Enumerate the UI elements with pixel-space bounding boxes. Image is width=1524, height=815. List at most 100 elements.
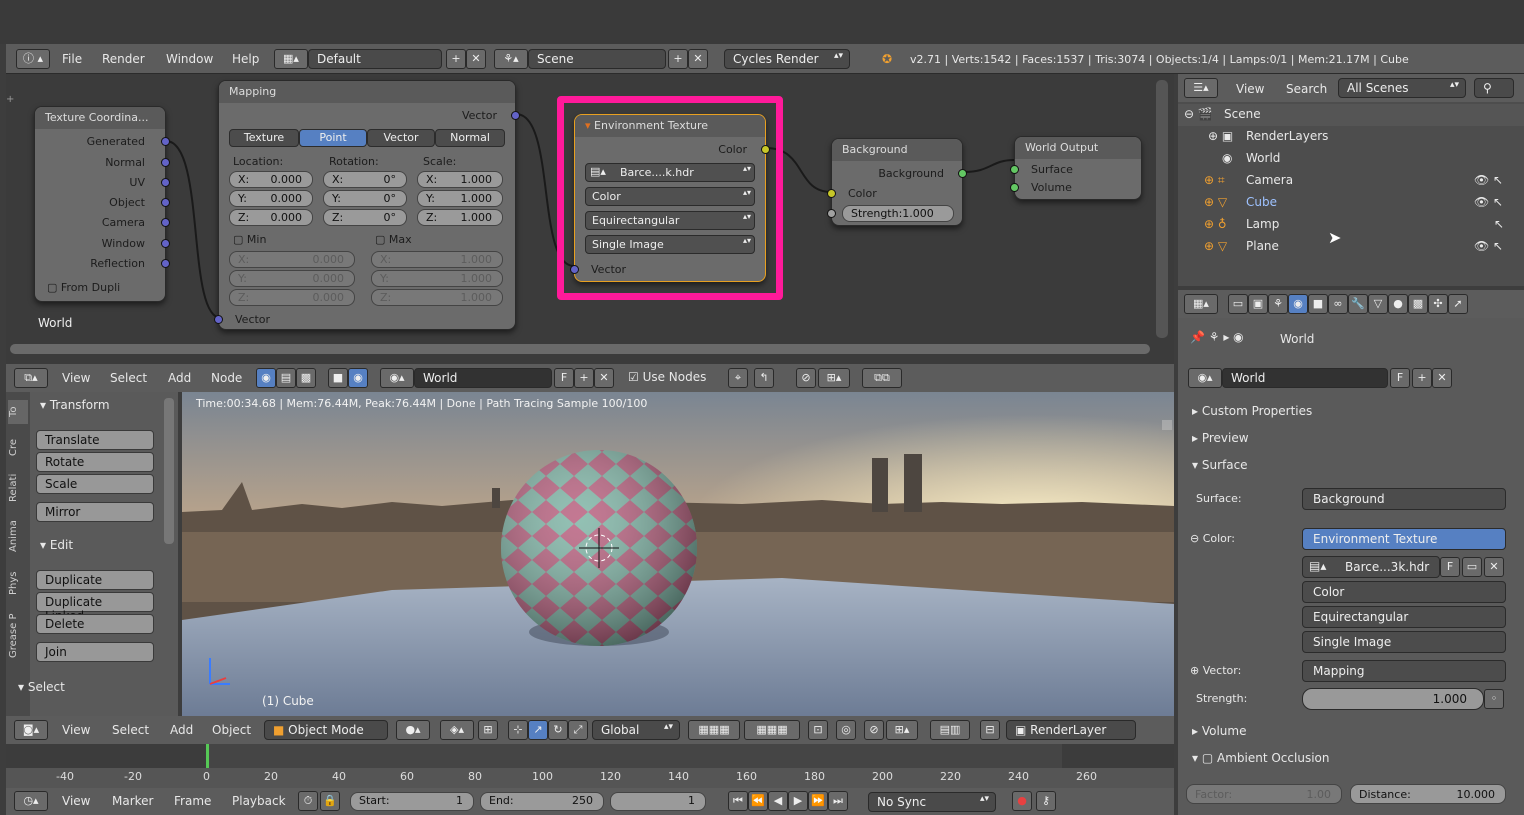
outliner-row-renderlayers[interactable]: ⊕ ▣ RenderLayers (1178, 126, 1524, 148)
tab-create[interactable]: Cre (8, 432, 28, 462)
tab-physics[interactable]: Phys (8, 564, 28, 602)
node-editor[interactable]: + Texture Coordina... Generated Normal U… (6, 74, 1174, 364)
max-y-field[interactable]: Y: 1.000 (371, 270, 503, 287)
camera-visibility-icon[interactable]: 👁 ↖ (1474, 173, 1503, 187)
shader-nodes-icon[interactable]: ◉ (256, 368, 276, 388)
timeline-menu-view[interactable]: View (62, 794, 90, 808)
background-socket-out[interactable] (958, 169, 967, 178)
start-frame-field[interactable]: Start: 1 (350, 792, 474, 811)
mode-select[interactable]: ■ Object Mode (264, 720, 388, 740)
prev-keyframe-icon[interactable]: ⏪ (748, 791, 768, 811)
scene-tree-icon[interactable]: ⊖ 🎬 (1184, 107, 1213, 121)
outliner-row-plane[interactable]: ⊕ ▽ Plane 👁 ↖ (1178, 236, 1524, 258)
menu-window[interactable]: Window (166, 52, 213, 66)
jump-start-icon[interactable]: ⏮ (728, 791, 748, 811)
pin-icon[interactable]: 📌 ⚘ ▸ ◉ (1190, 330, 1244, 344)
socket-generated[interactable] (161, 137, 170, 146)
scale-button[interactable]: Scale (36, 474, 154, 494)
min-z-field[interactable]: Z: 0.000 (229, 289, 355, 306)
3d-viewport[interactable]: Time:00:34.68 | Mem:76.44M, Peak:76.44M … (182, 392, 1174, 716)
loc-y-field[interactable]: Y: 0.000 (229, 190, 313, 207)
lock-range-icon[interactable]: 🔒 (320, 791, 340, 811)
scene-icon[interactable]: ⚘▴ (494, 49, 528, 69)
unlink-world-icon[interactable]: ✕ (1432, 368, 1452, 388)
properties-editor-icon[interactable]: ▦▴ (1184, 294, 1218, 314)
3d-editor-type-icon[interactable]: ◙▴ (14, 720, 48, 740)
render-preview-icon[interactable]: ▤▥ (930, 720, 970, 740)
copy-paste-icon[interactable]: ⧉⧉ (862, 368, 902, 388)
envtex-projection-select[interactable]: Equirectangular (585, 211, 755, 230)
mapping-socket-out[interactable] (511, 111, 520, 120)
rot-z-field[interactable]: Z: 0° (323, 209, 407, 226)
socket-window[interactable] (161, 239, 170, 248)
tab-animation[interactable]: Anima (8, 514, 28, 558)
collapse-arrow-icon[interactable]: ▾ (585, 119, 591, 132)
tab-grease-pencil[interactable]: Grease P (8, 608, 28, 664)
edit-panel[interactable]: ▾ Edit (40, 538, 73, 552)
scl-y-field[interactable]: Y: 1.000 (417, 190, 503, 207)
scene-field[interactable]: Scene (528, 49, 666, 69)
mirror-button[interactable]: Mirror (36, 502, 154, 522)
world-output-node[interactable]: World Output Surface Volume (1010, 136, 1142, 200)
current-frame-field[interactable]: 1 (610, 792, 706, 811)
outliner-filter-select[interactable]: All Scenes ▴▾ (1338, 78, 1466, 98)
outliner-search-icon[interactable]: ⚲ (1474, 78, 1514, 98)
properties-editor[interactable]: ▦▴ ▭ ▣ ⚘ ◉ ■ ∞ 🔧 ▽ ● ▩ ✣ ➚ 📌 ⚘ ▸ ◉ World… (1178, 290, 1524, 815)
snap-mode-icon[interactable]: ⊞▴ (818, 368, 850, 388)
max-z-field[interactable]: Z: 1.000 (371, 289, 503, 306)
parent-node-icon[interactable]: ↰ (754, 368, 774, 388)
use-nodes-checkbox[interactable]: ☑ Use Nodes (628, 370, 706, 384)
constraints-tab-icon[interactable]: ∞ (1328, 294, 1348, 314)
scale-manipulator-icon[interactable]: ⤢ (568, 720, 588, 740)
outliner-row-world[interactable]: ◉ World (1178, 148, 1524, 170)
panel-add-icon[interactable]: + (6, 94, 14, 105)
select-panel[interactable]: ▾ Select (18, 680, 65, 694)
background-node[interactable]: Background Background Color Strength:1.0… (827, 138, 967, 226)
outliner-editor-icon[interactable]: ☰▴ (1184, 78, 1218, 98)
object-tab-icon[interactable]: ■ (1308, 294, 1328, 314)
cube-visibility-icon[interactable]: 👁 ↖ (1474, 195, 1503, 209)
outliner-row-lamp[interactable]: ⊕ ♁ Lamp ↖ (1178, 214, 1524, 236)
node-menu-view[interactable]: View (62, 371, 90, 385)
modifiers-tab-icon[interactable]: 🔧 (1348, 294, 1368, 314)
play-icon[interactable]: ▶ (788, 791, 808, 811)
envtex-source-select[interactable]: Single Image (585, 235, 755, 254)
node-menu-add[interactable]: Add (168, 371, 191, 385)
volume-panel[interactable]: ▸ Volume (1192, 724, 1246, 738)
render-engine-select[interactable]: Cycles Render ▴▾ (724, 49, 850, 69)
max-x-field[interactable]: X: 1.000 (371, 251, 503, 268)
join-button[interactable]: Join (36, 642, 154, 662)
outliner-row-camera[interactable]: ⊕ ⌗ Camera 👁 ↖ (1178, 170, 1524, 192)
world-tab-icon[interactable]: ◉ (1288, 294, 1308, 314)
mapping-tab-point[interactable]: Point (299, 129, 367, 147)
add-world-icon[interactable]: + (1412, 368, 1432, 388)
layout-field[interactable]: Default (308, 49, 442, 69)
remove-scene-icon[interactable]: ✕ (688, 49, 708, 69)
mapping-tab-vector[interactable]: Vector (367, 129, 435, 147)
world-browse-node-icon[interactable]: ◉▴ (380, 368, 414, 388)
keying-set-icon[interactable]: ⚷ (1036, 791, 1056, 811)
ao-distance-field[interactable]: Distance: 10.000 (1350, 784, 1506, 804)
editor-type-info-icon[interactable]: ⓘ ▴ (16, 49, 50, 69)
texture-coordinate-node[interactable]: Texture Coordina... Generated Normal UV … (34, 106, 170, 302)
timeline[interactable]: -40 -20 0 20 40 60 80 100 120 140 160 18… (6, 744, 1174, 788)
node-fake-user-button[interactable]: F (554, 368, 574, 388)
preview-panel[interactable]: ▸ Preview (1192, 431, 1249, 445)
layers-grid-2-icon[interactable]: ▦▦▦ (744, 720, 800, 740)
timeline-editor-type-icon[interactable]: ◷▴ (14, 791, 48, 811)
surface-panel[interactable]: ▾ Surface (1192, 458, 1248, 472)
render-tab-icon[interactable]: ▭ (1228, 294, 1248, 314)
node-add-world-icon[interactable]: + (574, 368, 594, 388)
min-x-field[interactable]: X: 0.000 (229, 251, 355, 268)
envtex-socket-out[interactable] (761, 145, 770, 154)
open-image-icon[interactable]: ▭ (1462, 557, 1482, 577)
menu-file[interactable]: File (62, 52, 82, 66)
play-reverse-icon[interactable]: ◀ (768, 791, 788, 811)
envtex-socket-in[interactable] (570, 265, 579, 274)
backdrop-icon[interactable]: ⌖ (728, 368, 748, 388)
color-input-select[interactable]: Environment Texture (1302, 528, 1506, 550)
fake-user-image-button[interactable]: F (1440, 557, 1460, 577)
add-scene-icon[interactable]: + (668, 49, 688, 69)
timeline-menu-frame[interactable]: Frame (174, 794, 211, 808)
texture-nodes-icon[interactable]: ▩ (296, 368, 316, 388)
